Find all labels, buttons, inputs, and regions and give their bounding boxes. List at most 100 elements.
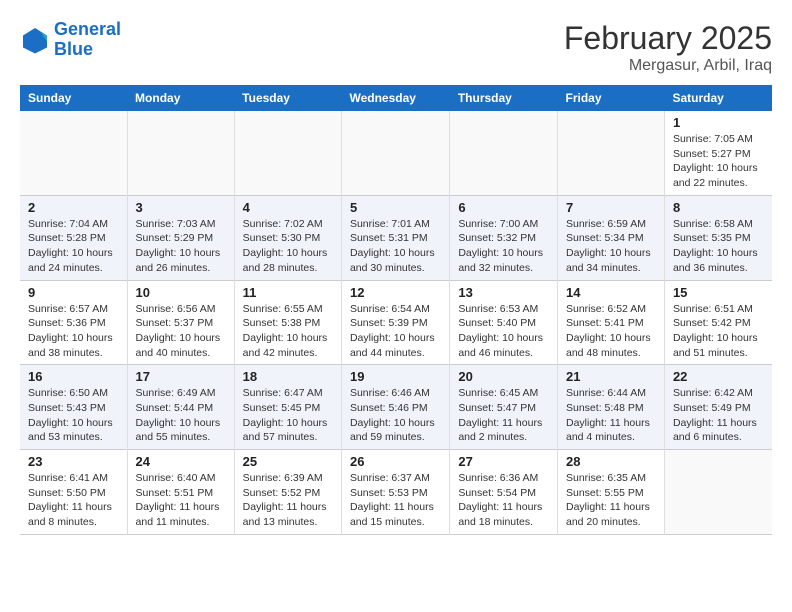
day-info: Sunrise: 6:44 AM Sunset: 5:48 PM Dayligh… <box>566 386 656 445</box>
day-info: Sunrise: 6:49 AM Sunset: 5:44 PM Dayligh… <box>136 386 226 445</box>
day-number: 10 <box>136 285 226 300</box>
calendar-cell: 27 Sunrise: 6:36 AM Sunset: 5:54 PM Dayli… <box>450 450 558 535</box>
day-number: 12 <box>350 285 441 300</box>
day-header-tuesday: Tuesday <box>234 85 341 111</box>
day-number: 15 <box>673 285 764 300</box>
calendar-cell <box>127 111 234 195</box>
day-info: Sunrise: 7:04 AM Sunset: 5:28 PM Dayligh… <box>28 217 119 276</box>
week-row-5: 23 Sunrise: 6:41 AM Sunset: 5:50 PM Dayli… <box>20 450 772 535</box>
day-number: 1 <box>673 115 764 130</box>
calendar-cell: 16 Sunrise: 6:50 AM Sunset: 5:43 PM Dayli… <box>20 365 127 450</box>
calendar-cell: 14 Sunrise: 6:52 AM Sunset: 5:41 PM Dayli… <box>558 280 665 365</box>
day-info: Sunrise: 6:52 AM Sunset: 5:41 PM Dayligh… <box>566 302 656 361</box>
day-number: 5 <box>350 200 441 215</box>
page-header: General Blue February 2025 Mergasur, Arb… <box>20 20 772 75</box>
calendar-cell: 8 Sunrise: 6:58 AM Sunset: 5:35 PM Daylig… <box>664 195 772 280</box>
day-number: 4 <box>243 200 333 215</box>
week-row-3: 9Sunrise: 6:57 AM Sunset: 5:36 PM Daylig… <box>20 280 772 365</box>
day-number: 28 <box>566 454 656 469</box>
day-number: 23 <box>28 454 119 469</box>
day-info: Sunrise: 6:50 AM Sunset: 5:43 PM Dayligh… <box>28 386 119 445</box>
calendar-cell: 18Sunrise: 6:47 AM Sunset: 5:45 PM Dayli… <box>234 365 341 450</box>
day-number: 3 <box>136 200 226 215</box>
day-header-thursday: Thursday <box>450 85 558 111</box>
day-info: Sunrise: 7:03 AM Sunset: 5:29 PM Dayligh… <box>136 217 226 276</box>
day-number: 25 <box>243 454 333 469</box>
day-header-wednesday: Wednesday <box>341 85 449 111</box>
calendar-cell: 6 Sunrise: 7:00 AM Sunset: 5:32 PM Daylig… <box>450 195 558 280</box>
day-number: 22 <box>673 369 764 384</box>
calendar-table: SundayMondayTuesdayWednesdayThursdayFrid… <box>20 85 772 535</box>
day-info: Sunrise: 6:59 AM Sunset: 5:34 PM Dayligh… <box>566 217 656 276</box>
day-number: 14 <box>566 285 656 300</box>
day-number: 26 <box>350 454 441 469</box>
day-info: Sunrise: 6:41 AM Sunset: 5:50 PM Dayligh… <box>28 471 119 530</box>
page-subtitle: Mergasur, Arbil, Iraq <box>564 57 772 75</box>
page-title: February 2025 <box>564 20 772 57</box>
calendar-cell <box>664 450 772 535</box>
day-info: Sunrise: 7:02 AM Sunset: 5:30 PM Dayligh… <box>243 217 333 276</box>
calendar-cell: 23 Sunrise: 6:41 AM Sunset: 5:50 PM Dayli… <box>20 450 127 535</box>
day-number: 19 <box>350 369 441 384</box>
calendar-cell: 11 Sunrise: 6:55 AM Sunset: 5:38 PM Dayli… <box>234 280 341 365</box>
day-info: Sunrise: 6:36 AM Sunset: 5:54 PM Dayligh… <box>458 471 549 530</box>
day-number: 16 <box>28 369 119 384</box>
day-header-sunday: Sunday <box>20 85 127 111</box>
day-number: 17 <box>136 369 226 384</box>
day-number: 7 <box>566 200 656 215</box>
calendar-cell: 28Sunrise: 6:35 AM Sunset: 5:55 PM Dayli… <box>558 450 665 535</box>
day-info: Sunrise: 6:54 AM Sunset: 5:39 PM Dayligh… <box>350 302 441 361</box>
day-header-monday: Monday <box>127 85 234 111</box>
calendar-cell <box>341 111 449 195</box>
calendar-cell: 21 Sunrise: 6:44 AM Sunset: 5:48 PM Dayli… <box>558 365 665 450</box>
day-info: Sunrise: 6:56 AM Sunset: 5:37 PM Dayligh… <box>136 302 226 361</box>
day-info: Sunrise: 6:46 AM Sunset: 5:46 PM Dayligh… <box>350 386 441 445</box>
calendar-cell <box>558 111 665 195</box>
day-number: 9 <box>28 285 119 300</box>
calendar-header-row: SundayMondayTuesdayWednesdayThursdayFrid… <box>20 85 772 111</box>
calendar-cell: 10 Sunrise: 6:56 AM Sunset: 5:37 PM Dayli… <box>127 280 234 365</box>
week-row-4: 16 Sunrise: 6:50 AM Sunset: 5:43 PM Dayli… <box>20 365 772 450</box>
calendar-cell: 22 Sunrise: 6:42 AM Sunset: 5:49 PM Dayli… <box>664 365 772 450</box>
calendar-cell: 17 Sunrise: 6:49 AM Sunset: 5:44 PM Dayli… <box>127 365 234 450</box>
day-info: Sunrise: 6:55 AM Sunset: 5:38 PM Dayligh… <box>243 302 333 361</box>
calendar-cell: 4 Sunrise: 7:02 AM Sunset: 5:30 PM Daylig… <box>234 195 341 280</box>
day-info: Sunrise: 6:37 AM Sunset: 5:53 PM Dayligh… <box>350 471 441 530</box>
logo: General Blue <box>20 20 121 60</box>
day-info: Sunrise: 6:58 AM Sunset: 5:35 PM Dayligh… <box>673 217 764 276</box>
day-info: Sunrise: 7:01 AM Sunset: 5:31 PM Dayligh… <box>350 217 441 276</box>
calendar-cell <box>234 111 341 195</box>
day-info: Sunrise: 6:42 AM Sunset: 5:49 PM Dayligh… <box>673 386 764 445</box>
day-number: 21 <box>566 369 656 384</box>
calendar-cell <box>20 111 127 195</box>
day-info: Sunrise: 6:45 AM Sunset: 5:47 PM Dayligh… <box>458 386 549 445</box>
day-info: Sunrise: 7:05 AM Sunset: 5:27 PM Dayligh… <box>673 132 764 191</box>
day-number: 11 <box>243 285 333 300</box>
calendar-cell: 26 Sunrise: 6:37 AM Sunset: 5:53 PM Dayli… <box>341 450 449 535</box>
calendar-cell: 5 Sunrise: 7:01 AM Sunset: 5:31 PM Daylig… <box>341 195 449 280</box>
calendar-cell: 2 Sunrise: 7:04 AM Sunset: 5:28 PM Daylig… <box>20 195 127 280</box>
day-number: 8 <box>673 200 764 215</box>
week-row-2: 2 Sunrise: 7:04 AM Sunset: 5:28 PM Daylig… <box>20 195 772 280</box>
day-info: Sunrise: 6:53 AM Sunset: 5:40 PM Dayligh… <box>458 302 549 361</box>
calendar-cell <box>450 111 558 195</box>
calendar-cell: 3 Sunrise: 7:03 AM Sunset: 5:29 PM Daylig… <box>127 195 234 280</box>
logo-icon <box>20 25 50 55</box>
title-block: February 2025 Mergasur, Arbil, Iraq <box>564 20 772 75</box>
day-info: Sunrise: 7:00 AM Sunset: 5:32 PM Dayligh… <box>458 217 549 276</box>
calendar-cell: 20Sunrise: 6:45 AM Sunset: 5:47 PM Dayli… <box>450 365 558 450</box>
day-number: 2 <box>28 200 119 215</box>
day-number: 6 <box>458 200 549 215</box>
calendar-cell: 15 Sunrise: 6:51 AM Sunset: 5:42 PM Dayli… <box>664 280 772 365</box>
day-header-friday: Friday <box>558 85 665 111</box>
day-info: Sunrise: 6:51 AM Sunset: 5:42 PM Dayligh… <box>673 302 764 361</box>
calendar-cell: 1 Sunrise: 7:05 AM Sunset: 5:27 PM Daylig… <box>664 111 772 195</box>
day-number: 18 <box>243 369 333 384</box>
calendar-cell: 19 Sunrise: 6:46 AM Sunset: 5:46 PM Dayli… <box>341 365 449 450</box>
calendar-cell: 7 Sunrise: 6:59 AM Sunset: 5:34 PM Daylig… <box>558 195 665 280</box>
day-number: 27 <box>458 454 549 469</box>
logo-text: General Blue <box>54 20 121 60</box>
calendar-cell: 9Sunrise: 6:57 AM Sunset: 5:36 PM Daylig… <box>20 280 127 365</box>
day-header-saturday: Saturday <box>664 85 772 111</box>
calendar-cell: 24Sunrise: 6:40 AM Sunset: 5:51 PM Dayli… <box>127 450 234 535</box>
